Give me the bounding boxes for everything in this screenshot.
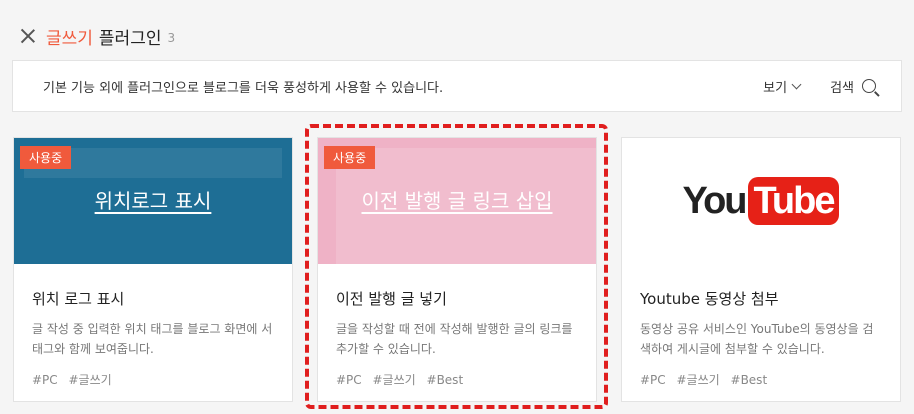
tag: #Best [730,373,768,387]
view-label: 보기 [763,80,788,96]
tag: #글쓰기 [372,373,416,387]
card-tags: #PC #글쓰기 #Best [336,371,578,388]
card-description: 글 작성 중 입력한 위치 태그를 블로그 화면에 서 태그와 함께 보여줍니다… [32,322,273,356]
page-title: 플러그인 [98,28,162,49]
header-accent: 글쓰기 [46,28,93,49]
card-thumbnail: 사용중 위치로그 표시 [14,138,292,264]
card-title: 위치 로그 표시 [32,290,125,308]
plugin-card-location-log[interactable]: 사용중 위치로그 표시 위치 로그 표시 글 작성 중 입력한 위치 태그를 블… [13,137,293,402]
info-text: 기본 기능 외에 플러그인으로 블로그를 더욱 풍성하게 사용할 수 있습니다. [43,80,444,96]
search-label: 검색 [830,80,854,96]
youtube-logo-tube: Tube [747,177,840,225]
thumbnail-title: 위치로그 표시 [94,189,212,213]
card-tags: #PC #글쓰기 #Best [640,371,882,388]
plugin-card-previous-post[interactable]: 사용중 이전 발행 글 링크 삽입 이전 발행 글 넣기 글을 작성할 때 전에… [317,137,597,402]
tag: #글쓰기 [68,373,112,387]
tag: #PC [336,373,362,387]
chevron-down-icon [791,79,802,89]
tag: #Best [426,373,464,387]
card-description: 글을 작성할 때 전에 작성해 발행한 글의 링크를 추가할 수 있습니다. [336,322,573,356]
youtube-logo-you: You [682,179,748,222]
close-icon[interactable] [20,28,36,44]
tag: #글쓰기 [676,373,720,387]
card-title: Youtube 동영상 첨부 [640,290,779,308]
search-icon [862,79,876,93]
in-use-badge: 사용중 [324,146,376,169]
page-header: 글쓰기 플러그인 3 [20,24,176,49]
card-thumbnail: 사용중 이전 발행 글 링크 삽입 [318,138,596,264]
plugin-card-youtube[interactable]: You Tube Youtube 동영상 첨부 동영상 공유 서비스인 YouT… [621,137,901,402]
tag: #PC [32,373,58,387]
thumbnail-title: 이전 발행 글 링크 삽입 [361,189,553,213]
tag: #PC [640,373,666,387]
info-bar: 기본 기능 외에 플러그인으로 블로그를 더욱 풍성하게 사용할 수 있습니다.… [12,60,902,112]
view-dropdown[interactable]: 보기 [763,77,802,96]
plugin-count: 3 [167,31,176,45]
search-button[interactable]: 검색 [830,77,876,96]
card-title: 이전 발행 글 넣기 [336,290,447,308]
card-tags: #PC #글쓰기 [32,371,274,388]
in-use-badge: 사용중 [20,146,72,169]
card-thumbnail: You Tube [622,138,900,264]
card-description: 동영상 공유 서비스인 YouTube의 동영상을 검색하여 게시글에 첨부할 … [640,322,874,356]
youtube-logo: You Tube [683,177,840,225]
